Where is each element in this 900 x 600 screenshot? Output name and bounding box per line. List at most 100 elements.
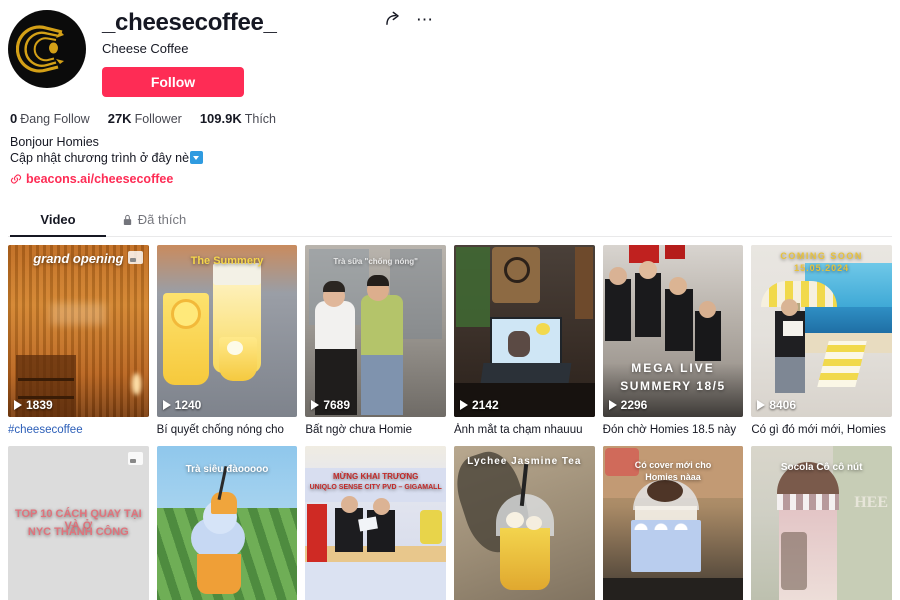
thumbnail-overlay-text: Trà sữa "chống nóng" <box>333 257 418 266</box>
tab-liked-label: Đã thích <box>137 212 187 227</box>
tab-liked[interactable]: Đã thích <box>106 204 202 236</box>
video-thumbnail[interactable]: grand opening 1839 <box>8 245 149 417</box>
video-caption[interactable]: Có gì đó mới mới, Homies <box>751 423 892 438</box>
tiktok-profile-page: _cheesecoffee_ Cheese Coffee Follow ⋯ 0Đ… <box>0 0 900 600</box>
stat-likes-value: 109.9K <box>199 111 242 126</box>
play-count-value: 7689 <box>323 398 351 412</box>
play-count: 2142 <box>460 398 499 412</box>
video-cell: MỪNG KHAI TRƯƠNG UNIQLO SENSE CITY PVD –… <box>305 446 446 600</box>
thumbnail-overlay-subtext: NYC THÀNH CÔNG <box>27 526 129 538</box>
video-cell: grand opening 1839 #cheesecoffee <box>8 245 149 438</box>
video-thumbnail[interactable]: MEGA LIVE SUMMERY 18/5 2296 <box>602 245 744 417</box>
profile-header: _cheesecoffee_ Cheese Coffee Follow ⋯ <box>8 0 892 97</box>
thumbnail-overlay-subtext: Homies nàaa <box>645 472 701 482</box>
more-options-icon[interactable]: ⋯ <box>416 11 435 28</box>
video-thumbnail[interactable]: Lychee Jasmine Tea <box>454 446 595 600</box>
play-icon <box>162 400 171 410</box>
thumbnail-overlay-subtext: UNIQLO SENSE CITY PVD – GIGAMALL <box>309 484 442 491</box>
video-caption[interactable]: Ánh mắt ta chạm nhauuu <box>454 423 595 438</box>
video-cell: Có cover mới cho Homies nàaa <box>602 446 744 600</box>
video-cell: COMING SOON 15.05.2024 8406 Có gì đó mới… <box>751 245 892 438</box>
username: _cheesecoffee_ <box>102 9 277 36</box>
video-thumbnail[interactable]: HEE Socola Cô cô nút <box>751 446 892 600</box>
play-count: 7689 <box>311 398 350 412</box>
play-count-value: 8406 <box>769 398 797 412</box>
cheese-coffee-logo-icon <box>16 25 64 73</box>
bio-line-2-wrapper: Cập nhật chương trình ở đây nè <box>10 150 892 166</box>
stat-followers: 27K Follower <box>108 111 182 126</box>
play-count: 1839 <box>14 398 53 412</box>
identity-block: _cheesecoffee_ Cheese Coffee Follow <box>102 6 892 97</box>
pinned-badge <box>127 452 143 465</box>
thumbnail-art <box>305 446 446 600</box>
header-actions: ⋯ <box>383 10 435 29</box>
stat-following-label: Đang Follow <box>20 112 90 126</box>
video-thumbnail[interactable]: Có cover mới cho Homies nàaa <box>602 446 744 600</box>
video-thumbnail[interactable]: MỪNG KHAI TRƯƠNG UNIQLO SENSE CITY PVD –… <box>305 446 446 600</box>
play-icon <box>608 400 617 410</box>
stat-likes: 109.9K Thích <box>200 111 276 126</box>
stat-followers-value: 27K <box>107 111 132 126</box>
play-icon <box>460 400 468 410</box>
video-caption[interactable]: Đón chờ Homies 18.5 này <box>603 423 744 438</box>
video-cell: TOP 10 CÁCH QUAY TẠI VÀ Ở NYC THÀNH CÔNG <box>8 446 149 600</box>
bio-link-text: beacons.ai/cheesecoffee <box>26 172 174 186</box>
video-thumbnail[interactable]: TOP 10 CÁCH QUAY TẠI VÀ Ở NYC THÀNH CÔNG <box>8 446 149 600</box>
profile-bio: Bonjour Homies Cập nhật chương trình ở đ… <box>8 134 892 166</box>
play-count-value: 1839 <box>26 398 53 412</box>
link-icon <box>10 174 22 184</box>
thumbnail-overlay-text: Có cover mới cho <box>634 460 712 470</box>
video-caption[interactable]: #cheesecoffee <box>8 423 149 438</box>
thumbnail-overlay-text: COMING SOON <box>780 251 863 261</box>
video-grid: grand opening 1839 #cheesecoffee The Sum… <box>8 245 892 600</box>
stat-following-value: 0 <box>10 111 18 126</box>
video-thumbnail[interactable]: The Summery 1240 <box>156 245 298 417</box>
thumbnail-overlay-text: Socola Cô cô nút <box>780 462 863 473</box>
video-thumbnail[interactable]: Trà siêu đàooooo <box>156 446 298 600</box>
play-count-value: 1240 <box>174 398 202 412</box>
display-name: Cheese Coffee <box>102 41 189 56</box>
thumbnail-overlay-subtext: SUMMERY 18/5 <box>620 379 726 393</box>
share-arrow-icon[interactable] <box>383 10 402 29</box>
lock-icon <box>123 214 131 225</box>
video-caption[interactable]: Bí quyết chống nóng cho <box>157 423 298 438</box>
play-count-value: 2142 <box>472 398 499 412</box>
thumbnail-overlay-text: MEGA LIVE <box>631 361 715 375</box>
profile-tabs: Video Đã thích <box>8 204 892 237</box>
video-cell: HEE Socola Cô cô nút <box>751 446 892 600</box>
thumbnail-overlay-text: Lychee Jasmine Tea <box>467 456 582 467</box>
thumbnail-art <box>454 245 595 417</box>
bio-line-1: Bonjour Homies <box>10 135 99 149</box>
play-icon <box>757 400 766 410</box>
avatar[interactable] <box>8 10 86 88</box>
video-cell: 2142 Ánh mắt ta chạm nhauuu <box>454 245 595 438</box>
thumbnail-overlay-text: The Summery <box>190 255 264 267</box>
video-cell: Trà siêu đàooooo <box>156 446 298 600</box>
bio-link[interactable]: beacons.ai/cheesecoffee <box>8 172 892 186</box>
video-cell: MEGA LIVE SUMMERY 18/5 2296 Đón chờ Homi… <box>602 245 744 438</box>
thumbnail-art <box>454 446 595 600</box>
thumbnail-overlay-text: MỪNG KHAI TRƯƠNG <box>332 472 419 481</box>
thumbnail-art <box>8 245 149 417</box>
thumbnail-art <box>305 245 446 417</box>
video-thumbnail[interactable]: COMING SOON 15.05.2024 8406 <box>751 245 892 417</box>
thumbnail-overlay-subtext: 15.05.2024 <box>794 263 850 273</box>
video-thumbnail[interactable]: 2142 <box>454 245 595 417</box>
play-count: 1240 <box>162 398 202 412</box>
thumbnail-overlay-text: Trà siêu đàooooo <box>185 464 269 475</box>
tab-video[interactable]: Video <box>10 204 106 237</box>
bio-line-2: Cập nhật chương trình ở đây nè <box>10 151 190 165</box>
thumbnail-art <box>156 245 298 417</box>
stat-followers-label: Follower <box>134 112 182 126</box>
video-caption[interactable]: Bất ngờ chưa Homie <box>305 423 446 438</box>
stat-following: 0 Đang Follow <box>10 111 90 126</box>
video-thumbnail[interactable]: Trà sữa "chống nóng" 7689 <box>305 245 446 417</box>
video-cell: Lychee Jasmine Tea <box>454 446 595 600</box>
play-count-value: 2296 <box>620 398 648 412</box>
down-arrow-emoji-icon <box>190 151 204 164</box>
profile-stats: 0 Đang Follow 27K Follower 109.9K Thích <box>8 111 892 126</box>
play-icon <box>14 400 22 410</box>
video-cell: Trà sữa "chống nóng" 7689 Bất ngờ chưa H… <box>305 245 446 438</box>
tab-video-label: Video <box>40 212 76 227</box>
follow-button[interactable]: Follow <box>102 67 244 97</box>
